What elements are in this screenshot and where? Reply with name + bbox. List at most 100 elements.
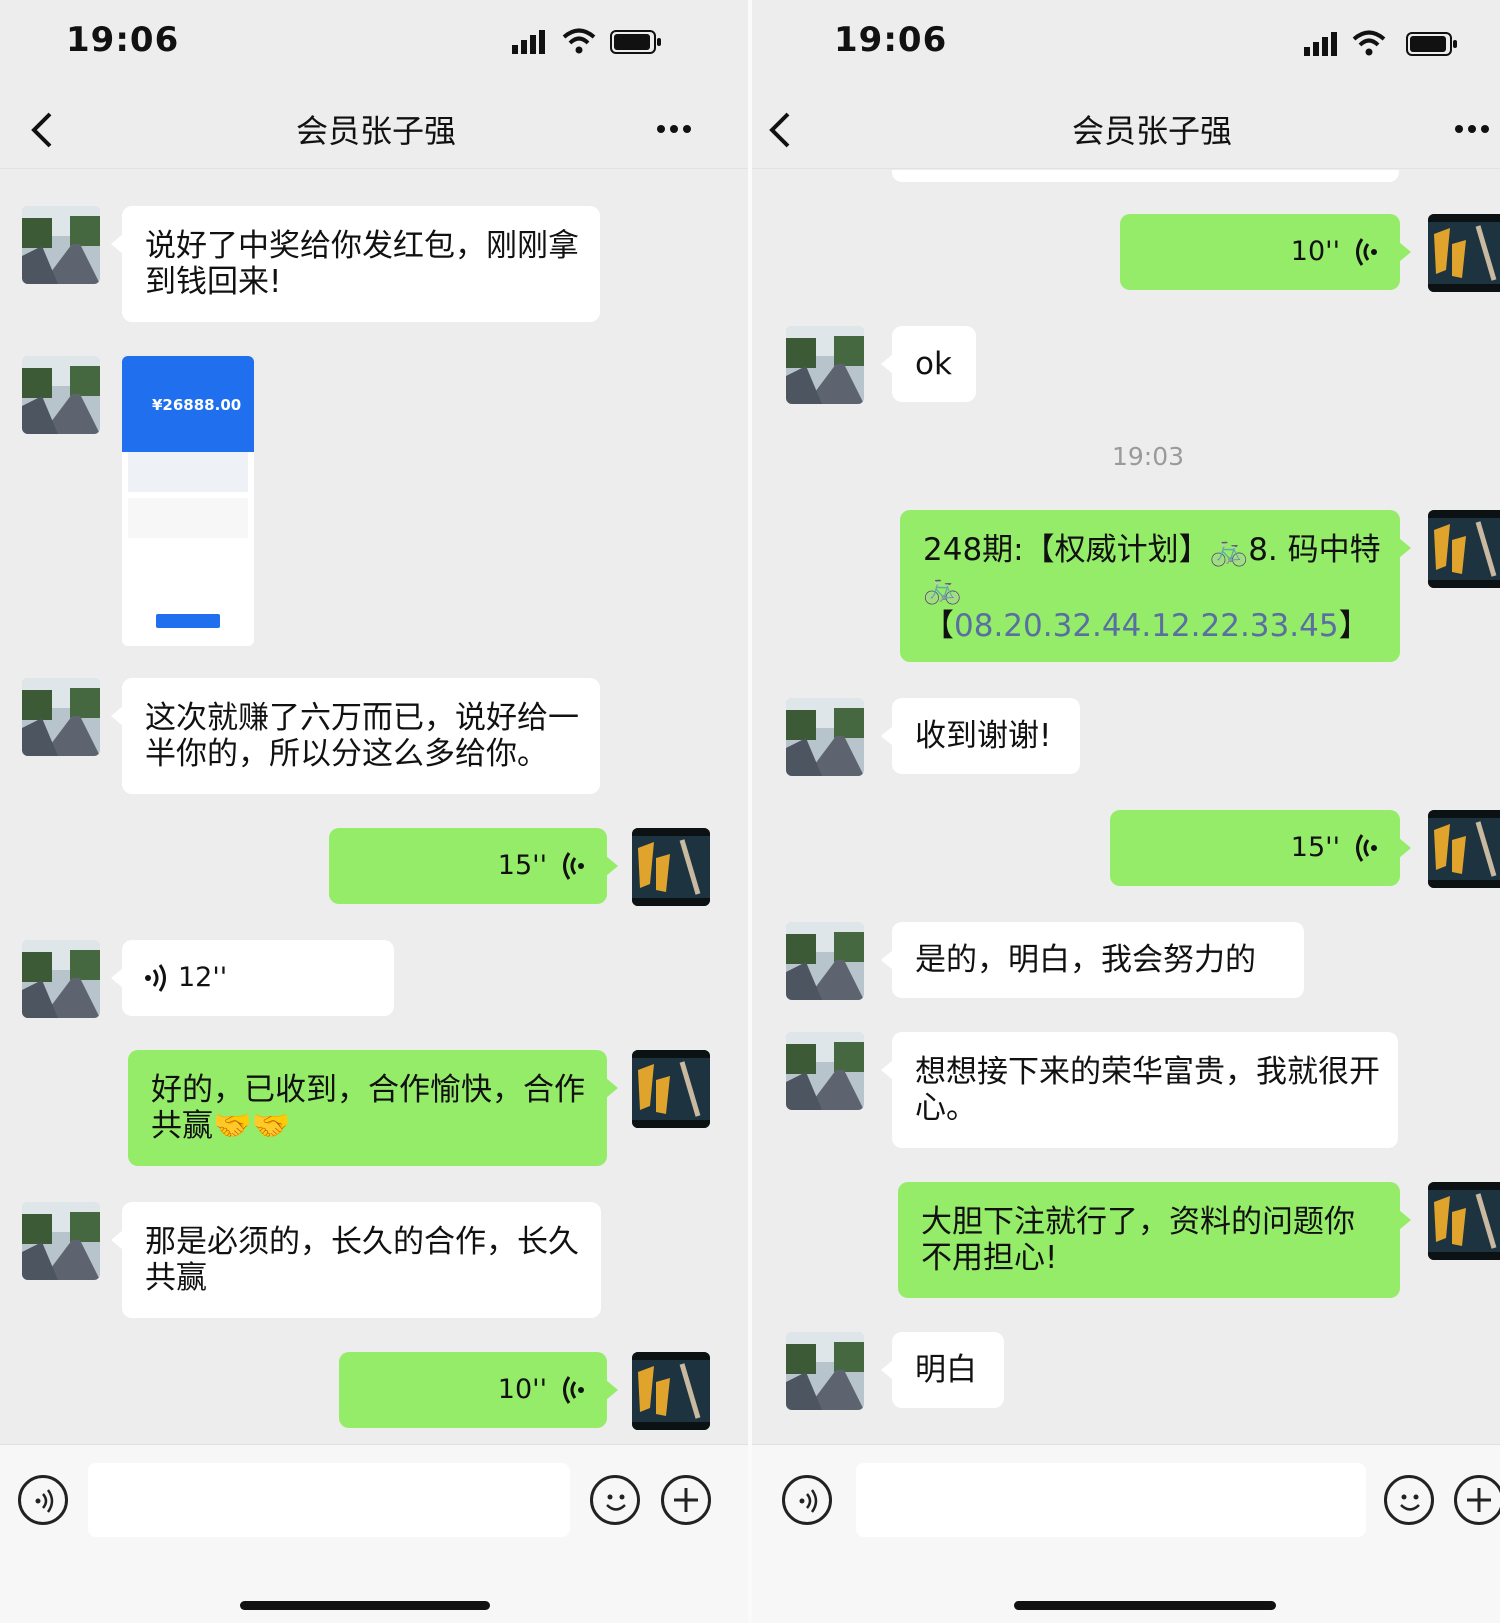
voice-duration: 15'' (497, 850, 547, 881)
screenshot-button (156, 614, 220, 628)
message-bubble[interactable]: 这次就赚了六万而已，说好给一半你的，所以分这么多给你。 (111, 678, 600, 794)
message-text: 大胆下注就行了，资料的问题你不用担心! (921, 1204, 1355, 1276)
message-input[interactable] (856, 1463, 1366, 1537)
number-link[interactable]: 08.20.32.44.12.22.33.45 (954, 608, 1339, 644)
message-text: 收到谢谢! (915, 718, 1052, 754)
message-bubble[interactable]: 想想接下来的荣华富贵，我就很开心。 (881, 1032, 1398, 1148)
voice-message-bubble[interactable]: 10'' (1120, 214, 1411, 290)
voice-wave-icon (1356, 238, 1377, 266)
contact-avatar[interactable] (22, 1202, 100, 1280)
voice-mode-button[interactable] (18, 1475, 68, 1525)
battery-icon (1406, 32, 1457, 56)
home-indicator (240, 1601, 490, 1610)
wifi-icon (562, 28, 596, 54)
bracket-open: 【 (923, 608, 954, 644)
voice-duration: 10'' (1290, 236, 1340, 267)
message-text: 那是必须的，长久的合作，长久共赢 (145, 1224, 579, 1296)
message-text: 好的，已收到，合作愉快，合作共赢🤝🤝 (151, 1072, 585, 1144)
my-avatar[interactable] (1428, 1182, 1500, 1260)
message-text-line: 248期:【权威计划】🚲8. 码中特 (923, 532, 1381, 568)
my-avatar[interactable] (632, 1352, 710, 1430)
message-bubble[interactable]: 是的，明白，我会努力的 (881, 922, 1304, 998)
screenshot-card (128, 452, 248, 492)
chat-title: 会员张子强 (296, 112, 457, 150)
contact-avatar[interactable] (22, 206, 100, 284)
message-text: 这次就赚了六万而已，说好给一半你的，所以分这么多给你。 (145, 700, 579, 772)
emoji-icon (1400, 1494, 1420, 1511)
back-icon[interactable] (766, 110, 796, 150)
contact-avatar[interactable] (22, 678, 100, 756)
status-bar: 19:06 (752, 0, 1500, 84)
status-time: 19:06 (66, 20, 180, 60)
plus-button[interactable] (661, 1475, 711, 1525)
voice-message-bubble[interactable]: 15'' (329, 828, 618, 904)
back-icon[interactable] (28, 110, 58, 150)
emoji-button[interactable] (1384, 1475, 1434, 1525)
plus-icon (674, 1488, 698, 1512)
message-text-line: 🚲 (923, 570, 962, 606)
contact-avatar[interactable] (786, 326, 864, 404)
message-text-line: 【08.20.32.44.12.22.33.45】 (923, 608, 1370, 644)
contact-avatar[interactable] (786, 1332, 864, 1410)
message-bubble[interactable]: 248期:【权威计划】🚲8. 码中特 🚲 【08.20.32.44.12.22.… (900, 510, 1411, 662)
my-avatar[interactable] (632, 1050, 710, 1128)
voice-message-bubble[interactable]: 12'' (111, 940, 394, 1016)
my-avatar[interactable] (1428, 214, 1500, 292)
chat-screen-right: 19:06 会员张子强 10'' ok 19:03 248期:【权威计划】🚲8.… (752, 0, 1500, 1623)
nav-bar: 会员张子强 (752, 84, 1500, 169)
chat-screen-left: 19:06 会员张子强 说好了中奖给你发红包，刚刚拿到钱回来! ¥26888.0… (0, 0, 748, 1623)
voice-mode-icon (35, 1489, 54, 1513)
voice-wave-icon (145, 964, 166, 992)
message-text: 明白 (915, 1352, 977, 1388)
plus-button[interactable] (1454, 1475, 1500, 1525)
signal-icon (512, 30, 545, 54)
message-bubble[interactable]: 收到谢谢! (881, 698, 1080, 774)
message-bubble[interactable]: ok (881, 326, 976, 402)
bracket-close: 】 (1338, 608, 1370, 644)
voice-mode-button[interactable] (782, 1475, 832, 1525)
message-text: 想想接下来的荣华富贵，我就很开心。 (915, 1054, 1380, 1126)
plus-icon (1467, 1488, 1491, 1512)
my-avatar[interactable] (1428, 510, 1500, 588)
emoji-button[interactable] (590, 1475, 640, 1525)
message-text: 是的，明白，我会努力的 (915, 942, 1256, 978)
my-avatar[interactable] (632, 828, 710, 906)
voice-mode-icon (799, 1489, 818, 1513)
contact-avatar[interactable] (786, 1032, 864, 1110)
voice-message-bubble[interactable]: 15'' (1110, 810, 1411, 886)
nav-bar: 会员张子强 (0, 84, 748, 169)
message-input[interactable] (88, 1463, 570, 1537)
voice-message-bubble[interactable]: 10'' (339, 1352, 618, 1428)
more-icon[interactable] (656, 124, 692, 134)
wifi-icon (1352, 30, 1386, 56)
more-icon[interactable] (1454, 124, 1494, 134)
contact-avatar[interactable] (786, 698, 864, 776)
message-bubble[interactable]: 说好了中奖给你发红包，刚刚拿到钱回来! (111, 206, 600, 322)
contact-avatar[interactable] (786, 922, 864, 1000)
home-indicator (1014, 1601, 1276, 1610)
message-bubble[interactable]: 明白 (881, 1332, 1004, 1408)
message-text: 说好了中奖给你发红包，刚刚拿到钱回来! (145, 228, 579, 300)
status-time: 19:06 (834, 20, 948, 60)
signal-icon (1304, 32, 1337, 56)
voice-wave-icon (563, 852, 584, 880)
message-bubble[interactable]: 大胆下注就行了，资料的问题你不用担心! (898, 1182, 1411, 1298)
battery-icon (610, 30, 661, 54)
message-text: ok (915, 346, 952, 382)
voice-wave-icon (563, 1376, 584, 1404)
status-bar: 19:06 (0, 0, 748, 84)
my-avatar[interactable] (1428, 810, 1500, 888)
message-bubble[interactable]: 好的，已收到，合作愉快，合作共赢🤝🤝 (128, 1050, 618, 1166)
voice-wave-icon (1356, 834, 1377, 862)
payment-screenshot-image[interactable]: ¥26888.00 (122, 356, 254, 646)
emoji-icon (606, 1494, 626, 1511)
timestamp: 19:03 (1112, 442, 1185, 471)
screenshot-amount: ¥26888.00 (152, 396, 242, 414)
contact-avatar[interactable] (22, 940, 100, 1018)
message-bubble[interactable]: 那是必须的，长久的合作，长久共赢 (111, 1202, 601, 1318)
input-bar (752, 1444, 1500, 1623)
chat-title: 会员张子强 (1072, 112, 1233, 150)
input-bar (0, 1444, 748, 1623)
previous-message-bubble (892, 170, 1399, 182)
contact-avatar[interactable] (22, 356, 100, 434)
